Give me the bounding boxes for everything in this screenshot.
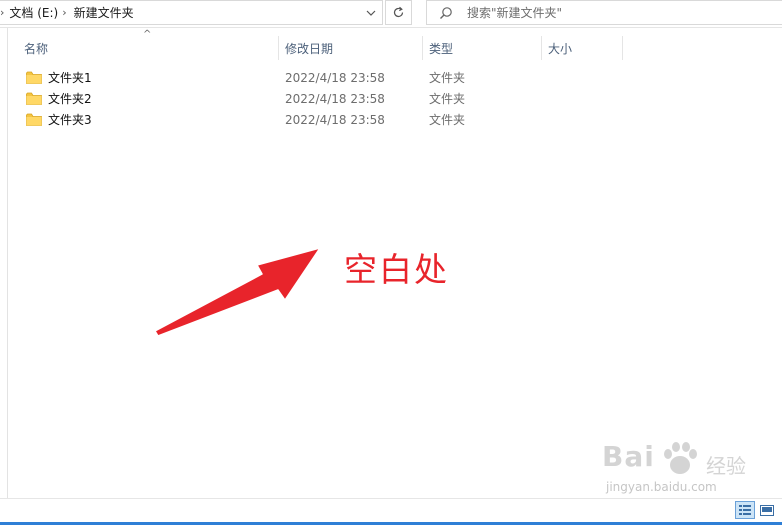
watermark-url: jingyan.baidu.com <box>606 480 717 494</box>
file-date: 2022/4/18 23:58 <box>285 112 385 127</box>
address-bar[interactable]: › 文档 (E:) › 新建文件夹 <box>0 0 383 25</box>
large-icons-view-button[interactable] <box>757 501 777 519</box>
file-name-cell[interactable]: 文件夹1 <box>26 69 92 86</box>
annotation-label: 空白处 <box>344 250 449 289</box>
watermark-brand-suffix: 经验 <box>706 454 746 478</box>
column-header-type-label: 类型 <box>429 41 454 56</box>
navigation-pane-edge[interactable] <box>0 28 8 498</box>
column-header-size[interactable]: 大小 <box>542 36 622 60</box>
details-view-icon <box>739 505 751 515</box>
status-bar-divider <box>0 498 782 499</box>
column-header-name[interactable]: 名称 <box>18 36 278 60</box>
column-header-date-label: 修改日期 <box>285 41 334 56</box>
folder-icon <box>26 113 42 126</box>
annotation-arrow <box>154 248 320 337</box>
column-header-size-label: 大小 <box>548 41 573 56</box>
file-row[interactable]: 文件夹3 2022/4/18 23:58 文件夹 <box>18 109 528 130</box>
file-row[interactable]: 文件夹2 2022/4/18 23:58 文件夹 <box>18 88 528 109</box>
file-row[interactable]: 文件夹1 2022/4/18 23:58 文件夹 <box>18 67 528 88</box>
folder-icon <box>26 92 42 105</box>
file-type: 文件夹 <box>429 113 466 127</box>
chevron-down-icon <box>366 10 376 16</box>
breadcrumb-folder[interactable]: 新建文件夹 <box>74 4 134 21</box>
folder-icon <box>26 71 42 84</box>
file-date: 2022/4/18 23:58 <box>285 91 385 106</box>
column-header-date[interactable]: 修改日期 <box>279 36 422 60</box>
file-date: 2022/4/18 23:58 <box>285 70 385 85</box>
refresh-icon <box>393 6 404 18</box>
tiles-view-icon <box>760 504 774 516</box>
file-type: 文件夹 <box>429 92 466 106</box>
file-name: 文件夹2 <box>48 92 92 106</box>
search-icon <box>439 6 459 20</box>
chevron-right-icon[interactable]: › <box>62 6 66 19</box>
search-placeholder: 搜索"新建文件夹" <box>467 6 563 20</box>
chevron-right-icon[interactable]: › <box>0 6 4 19</box>
navigation-bar: › 文档 (E:) › 新建文件夹 搜索"新建文件夹" <box>0 0 782 28</box>
search-box[interactable]: 搜索"新建文件夹" <box>426 0 782 25</box>
file-name: 文件夹1 <box>48 71 92 85</box>
address-dropdown-button[interactable] <box>360 1 382 24</box>
watermark-brand: Bai <box>602 440 655 473</box>
details-view-button[interactable] <box>735 501 755 519</box>
column-header-type[interactable]: 类型 <box>423 36 541 60</box>
column-divider[interactable] <box>622 36 623 60</box>
refresh-button[interactable] <box>385 0 412 25</box>
file-name: 文件夹3 <box>48 113 92 127</box>
window-border <box>0 522 782 525</box>
file-name-cell[interactable]: 文件夹3 <box>26 111 92 128</box>
file-name-cell[interactable]: 文件夹2 <box>26 90 92 107</box>
column-header-name-label: 名称 <box>24 41 49 56</box>
paw-icon <box>664 442 697 474</box>
file-type: 文件夹 <box>429 71 466 85</box>
breadcrumb-drive[interactable]: 文档 (E:) <box>9 4 58 21</box>
